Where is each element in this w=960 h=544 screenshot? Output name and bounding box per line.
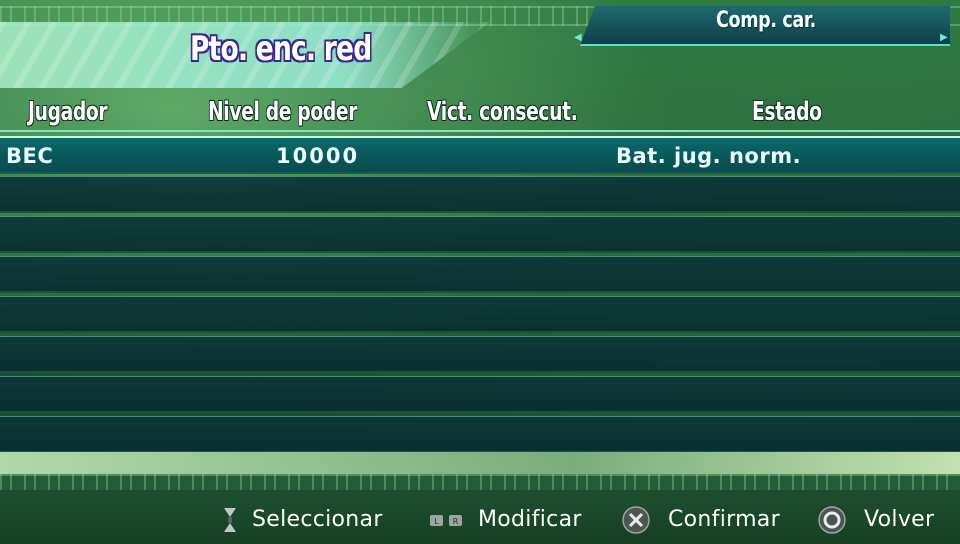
cell-power: 10000	[276, 144, 360, 168]
dpad-updown-icon	[224, 508, 236, 532]
column-header-wins: Vict. consecut.	[427, 97, 578, 127]
svg-text:L: L	[434, 517, 439, 526]
column-header-player: Jugador	[28, 97, 108, 127]
header-divider	[0, 130, 960, 132]
table-row[interactable]	[0, 296, 960, 333]
bottom-panel-edge	[0, 452, 960, 474]
table-row[interactable]: BEC 10000 Bat. jug. norm.	[0, 136, 960, 174]
table-row[interactable]	[0, 376, 960, 413]
cell-player: BEC	[6, 144, 54, 168]
circle-button-icon	[818, 506, 846, 534]
column-header-power: Nivel de poder	[208, 97, 358, 127]
game-screen: Pto. enc. red Comp. car. ◀ ▶ Jugador Niv…	[0, 0, 960, 544]
shoulder-buttons-icon: L R	[430, 515, 462, 526]
table-row[interactable]	[0, 416, 960, 453]
column-header-status: Estado	[752, 97, 822, 127]
table-row[interactable]	[0, 256, 960, 293]
page-title: Pto. enc. red	[190, 29, 372, 69]
hint-back-label: Volver	[864, 507, 935, 532]
cell-status: Bat. jug. norm.	[616, 144, 802, 168]
tab-left-arrow-icon[interactable]: ◀	[574, 33, 582, 43]
tab-right-arrow-icon[interactable]: ▶	[940, 33, 948, 43]
mode-tab-label: Comp. car.	[716, 8, 816, 33]
hint-select-label: Seleccionar	[252, 507, 383, 532]
table-row[interactable]	[0, 176, 960, 213]
hint-confirm-label: Confirmar	[668, 507, 780, 532]
hint-modify-label: Modificar	[478, 507, 582, 532]
cross-button-icon	[622, 506, 650, 534]
table-row[interactable]	[0, 336, 960, 373]
svg-text:R: R	[453, 517, 459, 526]
table-row[interactable]	[0, 216, 960, 253]
